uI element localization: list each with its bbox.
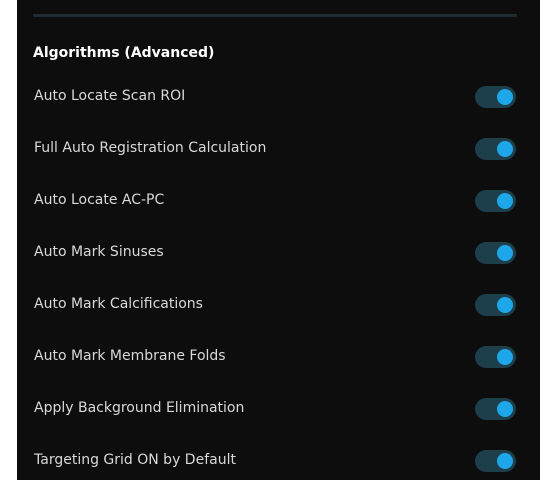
toggle-auto-mark-calcifications[interactable] [475,294,516,316]
setting-row-auto-locate-ac-pc: Auto Locate AC-PC [17,174,540,226]
setting-label: Auto Mark Membrane Folds [34,348,226,364]
setting-label: Auto Locate AC-PC [34,192,165,208]
toggle-knob [497,297,513,313]
setting-row-targeting-grid-on-by-default: Targeting Grid ON by Default [17,434,540,486]
toggle-knob [497,349,513,365]
setting-label: Auto Locate Scan ROI [34,88,186,104]
toggle-auto-locate-ac-pc[interactable] [475,190,516,212]
settings-list: Auto Locate Scan ROI Full Auto Registrat… [17,70,540,486]
toggle-auto-locate-scan-roi[interactable] [475,86,516,108]
toggle-targeting-grid-on-by-default[interactable] [475,450,516,472]
setting-label: Auto Mark Sinuses [34,244,164,260]
setting-label: Apply Background Elimination [34,400,245,416]
top-divider [33,14,517,17]
setting-label: Targeting Grid ON by Default [34,452,236,468]
toggle-knob [497,245,513,261]
setting-row-auto-mark-calcifications: Auto Mark Calcifications [17,278,540,330]
setting-label: Auto Mark Calcifications [34,296,203,312]
setting-row-full-auto-registration-calculation: Full Auto Registration Calculation [17,122,540,174]
toggle-knob [497,141,513,157]
toggle-knob [497,89,513,105]
toggle-knob [497,401,513,417]
section-title: Algorithms (Advanced) [33,45,215,61]
setting-row-auto-mark-membrane-folds: Auto Mark Membrane Folds [17,330,540,382]
algorithms-settings-panel: Algorithms (Advanced) Auto Locate Scan R… [17,0,540,480]
toggle-auto-mark-sinuses[interactable] [475,242,516,264]
setting-row-auto-locate-scan-roi: Auto Locate Scan ROI [17,70,540,122]
toggle-auto-mark-membrane-folds[interactable] [475,346,516,368]
setting-row-auto-mark-sinuses: Auto Mark Sinuses [17,226,540,278]
toggle-knob [497,193,513,209]
toggle-full-auto-registration-calculation[interactable] [475,138,516,160]
toggle-apply-background-elimination[interactable] [475,398,516,420]
toggle-knob [497,453,513,469]
setting-row-apply-background-elimination: Apply Background Elimination [17,382,540,434]
setting-label: Full Auto Registration Calculation [34,140,267,156]
